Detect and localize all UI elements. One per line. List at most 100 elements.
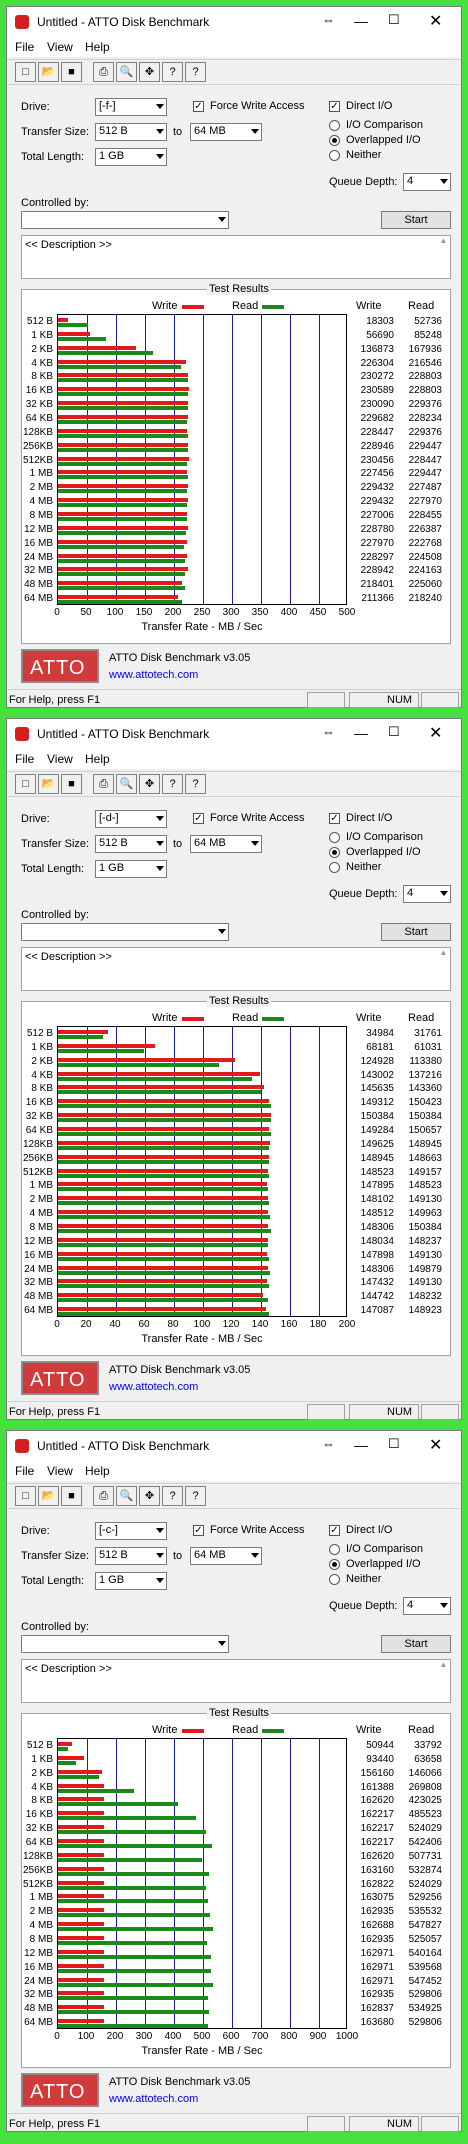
atto-logo[interactable]: ATTO [21, 1361, 99, 1395]
description-box[interactable]: << Description >> ▲ [21, 947, 451, 991]
description-box[interactable]: << Description >> ▲ [21, 235, 451, 279]
transfer-to-select[interactable]: 64 MB [190, 123, 262, 141]
open-icon[interactable]: 📂 [38, 774, 59, 794]
direct-io-checkbox[interactable]: ✓ [329, 1525, 340, 1536]
help-icon[interactable]: ? [162, 62, 183, 82]
menu-help[interactable]: Help [85, 40, 110, 54]
io-comparison-radio[interactable] [329, 1544, 340, 1555]
open-icon[interactable]: 📂 [38, 1486, 59, 1506]
pin-icon[interactable]: ⇔ [322, 1436, 335, 1451]
minimize-button[interactable]: — [354, 13, 368, 29]
start-button[interactable]: Start [381, 211, 451, 229]
move-icon[interactable]: ✥ [139, 774, 160, 794]
description-scrollbar[interactable]: ▲ [437, 948, 450, 990]
atto-logo[interactable]: ATTO [21, 649, 99, 683]
print-icon[interactable]: ⎙ [93, 1486, 114, 1506]
atto-logo[interactable]: ATTO [21, 2073, 99, 2107]
description-scrollbar[interactable]: ▲ [437, 236, 450, 278]
neither-radio[interactable] [329, 150, 340, 161]
print-icon[interactable]: ⎙ [93, 62, 114, 82]
controlled-by-select[interactable] [21, 1635, 229, 1653]
queue-depth-select[interactable]: 4 [403, 885, 451, 903]
new-icon[interactable]: □ [15, 62, 36, 82]
total-length-select[interactable]: 1 GB [95, 1572, 167, 1590]
drive-select[interactable]: [-c-] [95, 1522, 167, 1540]
write-value: 230090 [360, 399, 394, 411]
context-help-icon[interactable]: ? [185, 774, 206, 794]
force-write-label: Force Write Access [210, 812, 305, 824]
start-button[interactable]: Start [381, 923, 451, 941]
transfer-from-select[interactable]: 512 B [95, 835, 167, 853]
move-icon[interactable]: ✥ [139, 1486, 160, 1506]
save-icon[interactable]: ■ [61, 1486, 82, 1506]
queue-depth-select[interactable]: 4 [403, 1597, 451, 1615]
start-button[interactable]: Start [381, 1635, 451, 1653]
force-write-checkbox[interactable]: ✓ [193, 1525, 204, 1536]
total-length-select[interactable]: 1 GB [95, 860, 167, 878]
io-comparison-radio[interactable] [329, 120, 340, 131]
context-help-icon[interactable]: ? [185, 1486, 206, 1506]
drive-select[interactable]: [-f-] [95, 98, 167, 116]
menu-file[interactable]: File [15, 1464, 34, 1478]
neither-radio[interactable] [329, 1574, 340, 1585]
maximize-button[interactable]: ☐ [388, 12, 400, 28]
overlapped-io-radio[interactable] [329, 847, 340, 858]
menu-file[interactable]: File [15, 752, 34, 766]
print-preview-icon[interactable]: 🔍 [116, 62, 137, 82]
maximize-button[interactable]: ☐ [388, 1436, 400, 1452]
close-button[interactable]: ✕ [429, 1435, 442, 1455]
force-write-checkbox[interactable]: ✓ [193, 101, 204, 112]
write-bar [58, 1293, 263, 1298]
neither-radio[interactable] [329, 862, 340, 873]
attotech-link[interactable]: www.attotech.com [109, 2093, 198, 2105]
direct-io-checkbox[interactable]: ✓ [329, 813, 340, 824]
queue-depth-select[interactable]: 4 [403, 173, 451, 191]
read-bar [58, 503, 188, 508]
help-icon[interactable]: ? [162, 1486, 183, 1506]
overlapped-io-radio[interactable] [329, 135, 340, 146]
total-length-select[interactable]: 1 GB [95, 148, 167, 166]
attotech-link[interactable]: www.attotech.com [109, 669, 198, 681]
open-icon[interactable]: 📂 [38, 62, 59, 82]
transfer-from-select[interactable]: 512 B [95, 1547, 167, 1565]
overlapped-io-radio[interactable] [329, 1559, 340, 1570]
menu-file[interactable]: File [15, 40, 34, 54]
pin-icon[interactable]: ⇔ [322, 724, 335, 739]
new-icon[interactable]: □ [15, 774, 36, 794]
menu-view[interactable]: View [47, 40, 73, 54]
drive-label: Drive: [21, 101, 50, 113]
close-button[interactable]: ✕ [429, 723, 442, 743]
io-comparison-radio[interactable] [329, 832, 340, 843]
description-scrollbar[interactable]: ▲ [437, 1660, 450, 1702]
transfer-from-select[interactable]: 512 B [95, 123, 167, 141]
save-icon[interactable]: ■ [61, 774, 82, 794]
transfer-to-select[interactable]: 64 MB [190, 835, 262, 853]
menu-help[interactable]: Help [85, 752, 110, 766]
save-icon[interactable]: ■ [61, 62, 82, 82]
category-label: 128KB [22, 1850, 53, 1862]
close-button[interactable]: ✕ [429, 11, 442, 31]
description-box[interactable]: << Description >> ▲ [21, 1659, 451, 1703]
print-icon[interactable]: ⎙ [93, 774, 114, 794]
maximize-button[interactable]: ☐ [388, 724, 400, 740]
context-help-icon[interactable]: ? [185, 62, 206, 82]
move-icon[interactable]: ✥ [139, 62, 160, 82]
transfer-to-select[interactable]: 64 MB [190, 1547, 262, 1565]
new-icon[interactable]: □ [15, 1486, 36, 1506]
print-preview-icon[interactable]: 🔍 [116, 774, 137, 794]
pin-icon[interactable]: ⇔ [322, 12, 335, 27]
direct-io-checkbox[interactable]: ✓ [329, 101, 340, 112]
force-write-checkbox[interactable]: ✓ [193, 813, 204, 824]
attotech-link[interactable]: www.attotech.com [109, 1381, 198, 1393]
drive-select[interactable]: [-d-] [95, 810, 167, 828]
menu-view[interactable]: View [47, 752, 73, 766]
print-preview-icon[interactable]: 🔍 [116, 1486, 137, 1506]
controlled-by-select[interactable] [21, 211, 229, 229]
app-icon [15, 1439, 29, 1453]
minimize-button[interactable]: — [354, 1437, 368, 1453]
controlled-by-select[interactable] [21, 923, 229, 941]
menu-view[interactable]: View [47, 1464, 73, 1478]
menu-help[interactable]: Help [85, 1464, 110, 1478]
minimize-button[interactable]: — [354, 725, 368, 741]
help-icon[interactable]: ? [162, 774, 183, 794]
